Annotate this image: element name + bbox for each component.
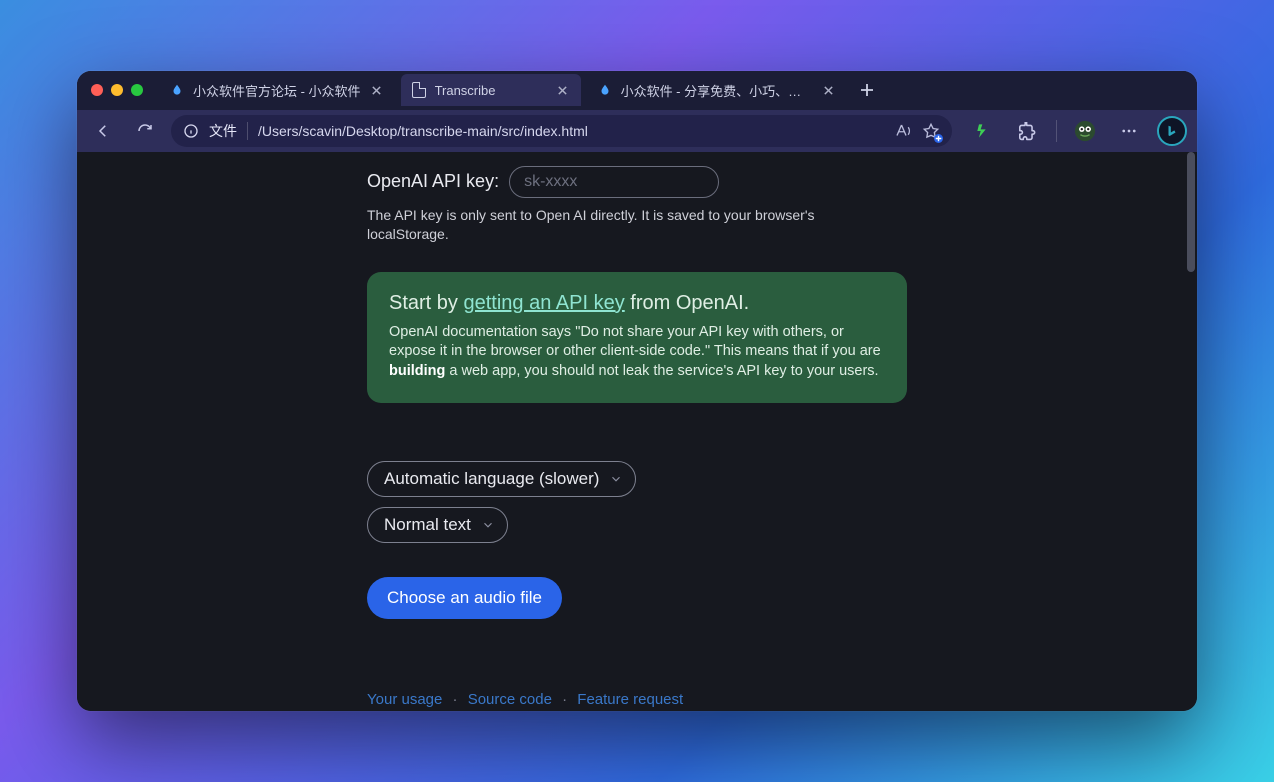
chevron-down-icon [481, 518, 495, 532]
info-card: Start by getting an API key from OpenAI.… [367, 272, 907, 404]
tab-2[interactable]: 小众软件 - 分享免费、小巧、实用 [587, 74, 847, 106]
bing-chat-icon[interactable] [1157, 116, 1187, 146]
favicon-drop-icon [169, 82, 185, 98]
window-minimize-icon[interactable] [111, 84, 123, 96]
tab-close-icon[interactable] [369, 82, 385, 98]
apikey-input[interactable] [509, 166, 719, 198]
window-controls [91, 84, 143, 96]
apikey-label: OpenAI API key: [367, 171, 499, 192]
url-scheme-label: 文件 [209, 121, 237, 141]
favorite-icon[interactable] [922, 122, 940, 140]
tab-0[interactable]: 小众软件官方论坛 - 小众软件 [159, 74, 395, 106]
favicon-drop-icon [597, 82, 613, 98]
apikey-help-text: The API key is only sent to Open AI dire… [367, 206, 827, 244]
card-body-suffix: a web app, you should not leak the servi… [445, 363, 878, 379]
card-body-prefix: OpenAI documentation says "Do not share … [389, 324, 881, 360]
card-start-prefix: Start by [389, 292, 463, 314]
language-select[interactable]: Automatic language (slower) [367, 461, 636, 497]
your-usage-link[interactable]: Your usage [367, 691, 442, 708]
language-select-value: Automatic language (slower) [384, 469, 599, 489]
card-start-suffix: from OpenAI. [625, 292, 750, 314]
browser-window: 小众软件官方论坛 - 小众软件 Transcribe 小众软件 - 分享免费、小… [77, 71, 1197, 711]
separator [247, 122, 248, 140]
url-text: /Users/scavin/Desktop/transcribe-main/sr… [258, 123, 884, 139]
card-body-bold: building [389, 363, 445, 379]
chevron-down-icon [609, 472, 623, 486]
page-content: OpenAI API key: The API key is only sent… [77, 152, 1197, 711]
tab-1[interactable]: Transcribe [401, 74, 581, 106]
toolbar: 文件 /Users/scavin/Desktop/transcribe-main… [77, 110, 1197, 152]
more-menu-icon[interactable] [1113, 115, 1145, 147]
tab-close-icon[interactable] [821, 82, 837, 98]
tab-bar: 小众软件官方论坛 - 小众软件 Transcribe 小众软件 - 分享免费、小… [77, 71, 1197, 110]
toolbar-right [968, 115, 1187, 147]
choose-audio-button[interactable]: Choose an audio file [367, 577, 562, 619]
window-zoom-icon[interactable] [131, 84, 143, 96]
address-bar[interactable]: 文件 /Users/scavin/Desktop/transcribe-main… [171, 115, 952, 147]
back-button[interactable] [87, 115, 119, 147]
reload-button[interactable] [129, 115, 161, 147]
site-info-icon[interactable] [183, 123, 199, 139]
format-select-value: Normal text [384, 515, 471, 535]
scrollbar[interactable] [1185, 152, 1197, 711]
feature-request-link[interactable]: Feature request [577, 691, 683, 708]
tab-title: Transcribe [435, 83, 547, 98]
new-tab-button[interactable] [853, 76, 881, 104]
extensions-icon[interactable] [1012, 115, 1044, 147]
profile-avatar[interactable] [1069, 115, 1101, 147]
evernote-clip-icon[interactable] [968, 115, 1000, 147]
source-code-link[interactable]: Source code [468, 691, 552, 708]
format-select[interactable]: Normal text [367, 507, 508, 543]
favicon-page-icon [411, 82, 427, 98]
read-aloud-icon[interactable] [894, 122, 912, 140]
footer-links: Your usage · Source code · Feature reque… [367, 691, 907, 708]
scrollbar-thumb[interactable] [1187, 152, 1195, 272]
get-api-key-link[interactable]: getting an API key [463, 292, 624, 314]
tab-title: 小众软件 - 分享免费、小巧、实用 [621, 81, 813, 100]
tab-close-icon[interactable] [555, 82, 571, 98]
viewport: OpenAI API key: The API key is only sent… [77, 152, 1197, 711]
window-close-icon[interactable] [91, 84, 103, 96]
separator [1056, 120, 1057, 142]
tab-title: 小众软件官方论坛 - 小众软件 [193, 81, 361, 100]
